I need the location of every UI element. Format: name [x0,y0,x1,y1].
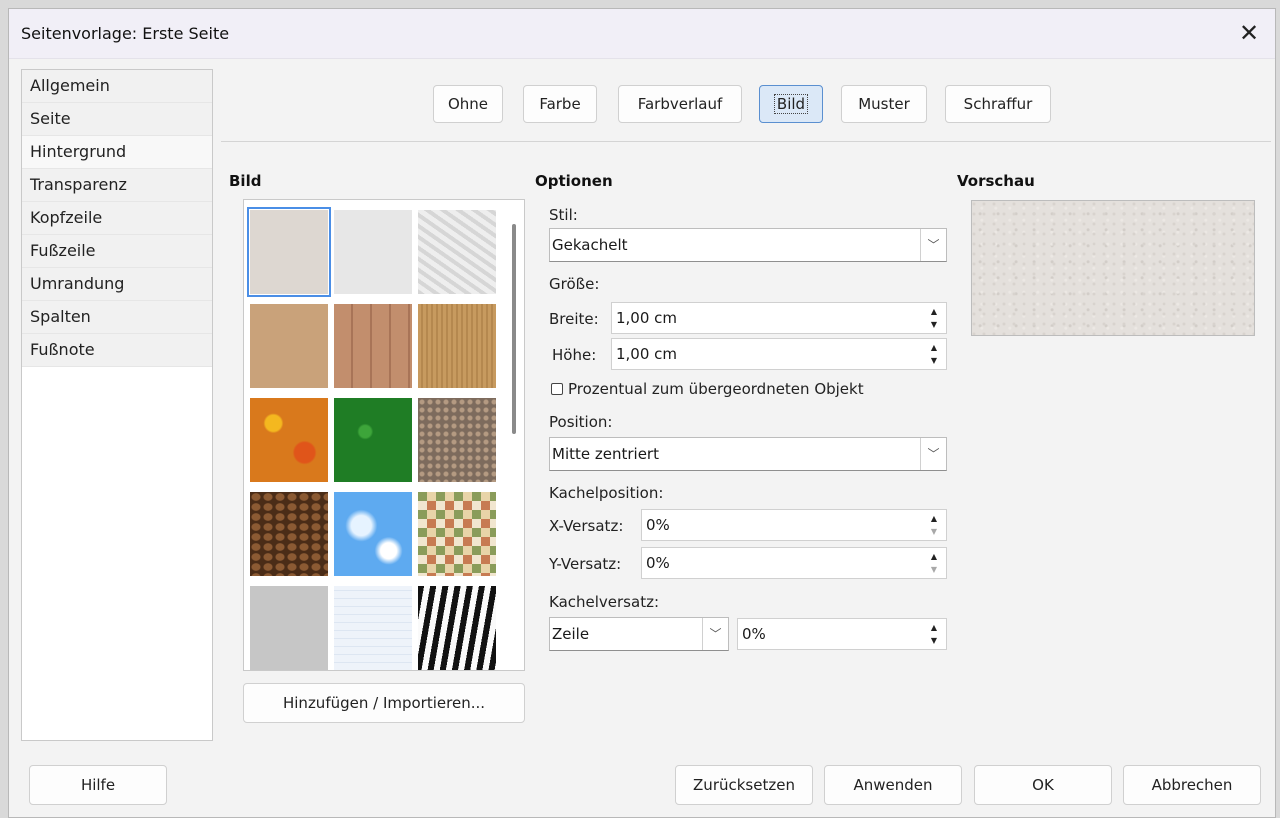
nav-item-hintergrund[interactable]: Hintergrund [22,136,212,169]
decrement-icon[interactable]: ▼ [924,318,944,331]
y-offset-value: 0% [646,554,670,572]
tile-offset-mode-select[interactable]: Zeile ﹀ [549,617,729,651]
tile-position-label: Kachelposition: [549,484,664,502]
decrement-icon[interactable]: ▼ [924,525,944,538]
style-value: Gekachelt [552,236,628,254]
position-label: Position: [549,413,613,431]
style-label: Stil: [549,206,578,224]
ok-button[interactable]: OK [974,765,1112,805]
x-offset-value: 0% [646,516,670,534]
page-style-dialog: Seitenvorlage: Erste Seite ✕ Allgemein S… [8,8,1276,818]
increment-icon[interactable]: ▲ [924,305,944,318]
thumb-pebbles[interactable] [418,398,496,482]
nav-item-fusszeile[interactable]: Fußzeile [22,235,212,268]
y-offset-label: Y-Versatz: [549,555,622,573]
reset-button[interactable]: Zurücksetzen [675,765,813,805]
nav-item-transparenz[interactable]: Transparenz [22,169,212,202]
cancel-button[interactable]: Abbrechen [1123,765,1261,805]
gallery-scrollbar[interactable] [512,224,516,434]
separator [221,141,1271,142]
tab-farbe[interactable]: Farbe [523,85,597,123]
chevron-down-icon: ﹀ [920,438,946,470]
tab-muster[interactable]: Muster [841,85,927,123]
nav-item-umrandung[interactable]: Umrandung [22,268,212,301]
x-offset-field[interactable]: 0% ▲ ▼ [641,509,947,541]
x-offset-stepper[interactable]: ▲ ▼ [924,512,944,538]
size-label: Größe: [549,275,600,293]
thumb-wood-grain[interactable] [418,304,496,388]
tile-offset-label: Kachelversatz: [549,593,660,611]
tile-offset-value: 0% [742,625,766,643]
increment-icon[interactable]: ▲ [924,512,944,525]
increment-icon[interactable]: ▲ [924,550,944,563]
height-stepper[interactable]: ▲ ▼ [924,341,944,367]
category-list: Allgemein Seite Hintergrund Transparenz … [21,69,213,741]
decrement-icon[interactable]: ▼ [924,563,944,576]
nav-item-allgemein[interactable]: Allgemein [22,70,212,103]
add-import-button[interactable]: Hinzufügen / Importieren... [243,683,525,723]
thumb-green-grass[interactable] [334,398,412,482]
increment-icon[interactable]: ▲ [924,341,944,354]
relative-checkbox[interactable] [551,383,563,395]
image-heading: Bild [229,172,262,190]
nav-item-seite[interactable]: Seite [22,103,212,136]
apply-button[interactable]: Anwenden [824,765,962,805]
thumb-crumpled-paper[interactable] [418,210,496,294]
title-bar: Seitenvorlage: Erste Seite ✕ [9,9,1275,59]
chevron-down-icon: ﹀ [920,229,946,261]
height-value: 1,00 cm [616,345,678,363]
chevron-down-icon: ﹀ [702,618,728,650]
width-stepper[interactable]: ▲ ▼ [924,305,944,331]
increment-icon[interactable]: ▲ [924,621,944,634]
style-select[interactable]: Gekachelt ﹀ [549,228,947,262]
preview-heading: Vorschau [957,172,1035,190]
nav-item-spalten[interactable]: Spalten [22,301,212,334]
close-icon[interactable]: ✕ [1233,17,1265,49]
tile-offset-stepper[interactable]: ▲ ▼ [924,621,944,647]
thumb-autumn-leaves[interactable] [250,398,328,482]
height-field[interactable]: 1,00 cm ▲ ▼ [611,338,947,370]
thumb-grid-paper[interactable] [334,586,412,670]
y-offset-stepper[interactable]: ▲ ▼ [924,550,944,576]
thumb-light-paper[interactable] [334,210,412,294]
thumb-beige-paper[interactable] [247,207,331,297]
relative-label: Prozentual zum übergeordneten Objekt [568,380,864,398]
width-label: Breite: [549,310,599,328]
tile-offset-mode-value: Zeile [552,625,590,643]
preview-area [971,200,1255,336]
thumb-concrete[interactable] [250,586,328,670]
options-heading: Optionen [535,172,613,190]
thumb-cardboard[interactable] [250,304,328,388]
tab-farbverlauf[interactable]: Farbverlauf [618,85,742,123]
image-gallery [243,199,525,671]
thumb-wood-planks[interactable] [334,304,412,388]
thumb-coffee-beans[interactable] [250,492,328,576]
tile-offset-field[interactable]: 0% ▲ ▼ [737,618,947,650]
decrement-icon[interactable]: ▼ [924,634,944,647]
position-select[interactable]: Mitte zentriert ﹀ [549,437,947,471]
decrement-icon[interactable]: ▼ [924,354,944,367]
help-button[interactable]: Hilfe [29,765,167,805]
thumb-color-mosaic[interactable] [418,492,496,576]
tab-bild[interactable]: Bild [759,85,823,123]
nav-item-fussnote[interactable]: Fußnote [22,334,212,367]
tab-bild-label: Bild [773,94,809,114]
tab-ohne[interactable]: Ohne [433,85,503,123]
tab-schraffur[interactable]: Schraffur [945,85,1051,123]
nav-item-kopfzeile[interactable]: Kopfzeile [22,202,212,235]
width-value: 1,00 cm [616,309,678,327]
x-offset-label: X-Versatz: [549,517,624,535]
position-value: Mitte zentriert [552,445,659,463]
width-field[interactable]: 1,00 cm ▲ ▼ [611,302,947,334]
height-label: Höhe: [552,346,597,364]
y-offset-field[interactable]: 0% ▲ ▼ [641,547,947,579]
thumb-zebra-stripes[interactable] [418,586,496,670]
window-title: Seitenvorlage: Erste Seite [21,24,230,43]
thumb-sky-clouds[interactable] [334,492,412,576]
